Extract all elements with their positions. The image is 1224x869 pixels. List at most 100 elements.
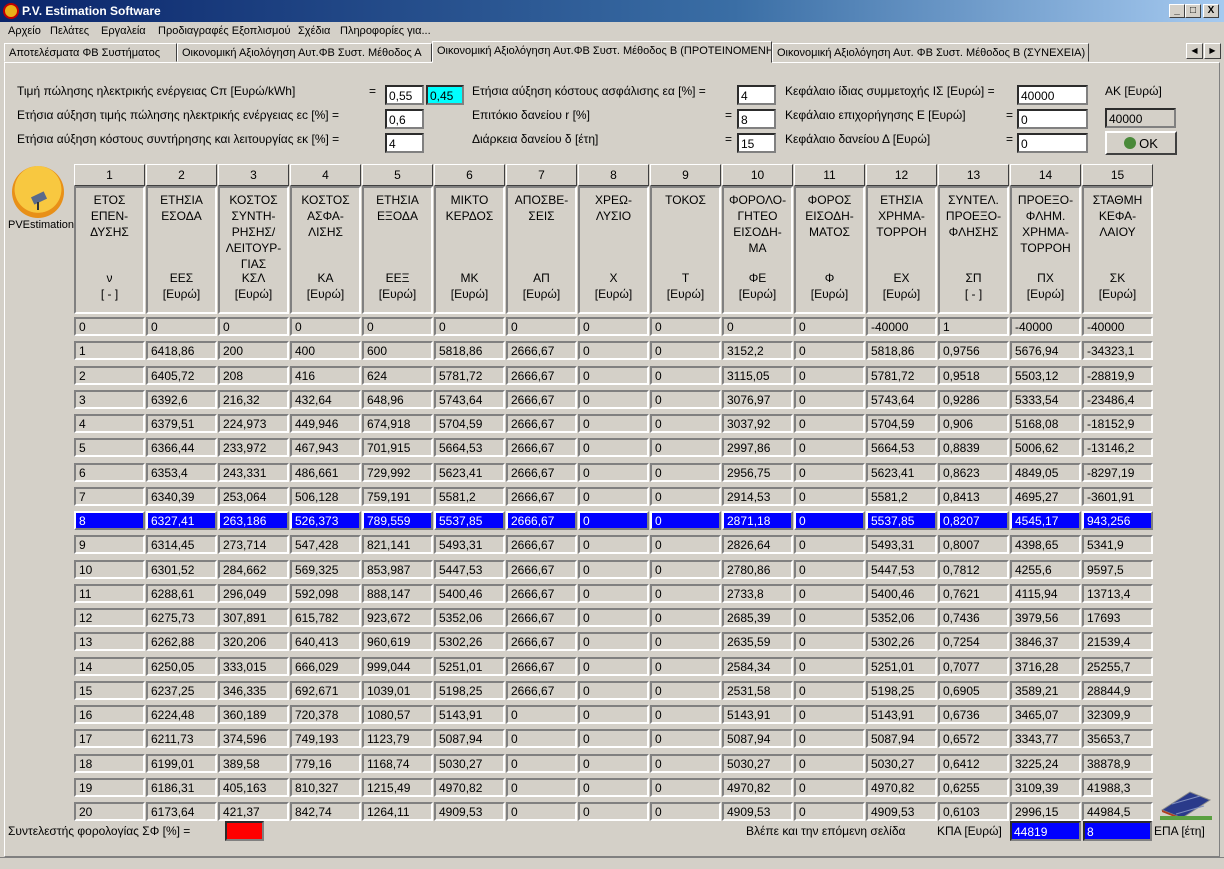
table-cell[interactable]: 14	[74, 657, 145, 676]
table-cell[interactable]: 13713,4	[1082, 584, 1153, 603]
table-cell[interactable]: 0	[650, 414, 721, 433]
table-cell[interactable]: 0	[578, 390, 649, 409]
table-cell[interactable]: 2666,67	[506, 341, 577, 360]
table-cell[interactable]: 2	[74, 366, 145, 385]
menu-about[interactable]: Πληροφορίες για...	[340, 25, 431, 37]
table-cell[interactable]: 0	[578, 608, 649, 627]
table-cell[interactable]: 0	[650, 390, 721, 409]
table-cell[interactable]: 6262,88	[146, 632, 217, 651]
table-cell[interactable]: 224,973	[218, 414, 289, 433]
table-cell[interactable]: 2666,67	[506, 681, 577, 700]
table-cell[interactable]: 0,6103	[938, 802, 1009, 821]
table-cell[interactable]: 0	[794, 438, 865, 457]
table-cell[interactable]: 263,186	[218, 511, 289, 530]
table-cell[interactable]: 6392,6	[146, 390, 217, 409]
table-cell[interactable]: 759,191	[362, 487, 433, 506]
table-cell[interactable]: 5537,85	[434, 511, 505, 530]
table-cell[interactable]: 3115,05	[722, 366, 793, 385]
table-cell[interactable]: 6288,61	[146, 584, 217, 603]
table-cell[interactable]: 2685,39	[722, 608, 793, 627]
table-cell[interactable]: 3109,39	[1010, 778, 1081, 797]
table-cell[interactable]: 0,9286	[938, 390, 1009, 409]
e-input[interactable]: 0	[1017, 109, 1088, 129]
table-cell[interactable]: 0	[794, 341, 865, 360]
table-cell[interactable]: 432,64	[290, 390, 361, 409]
table-cell[interactable]: 4115,94	[1010, 584, 1081, 603]
table-cell[interactable]: 374,596	[218, 729, 289, 748]
table-cell[interactable]: 842,74	[290, 802, 361, 821]
table-cell[interactable]: 12	[74, 608, 145, 627]
table-cell[interactable]: 0	[650, 463, 721, 482]
table-cell[interactable]: 360,189	[218, 705, 289, 724]
table-cell[interactable]: 0	[650, 681, 721, 700]
table-cell[interactable]: -3601,91	[1082, 487, 1153, 506]
table-cell[interactable]: 0	[578, 317, 649, 336]
table-cell[interactable]: 0	[218, 317, 289, 336]
table-cell[interactable]: 5676,94	[1010, 341, 1081, 360]
table-cell[interactable]: 284,662	[218, 560, 289, 579]
table-cell[interactable]: 624	[362, 366, 433, 385]
table-cell[interactable]: 0	[578, 560, 649, 579]
table-cell[interactable]: 779,16	[290, 754, 361, 773]
table-cell[interactable]: 35653,7	[1082, 729, 1153, 748]
table-cell[interactable]: 5198,25	[434, 681, 505, 700]
table-cell[interactable]: 0,7254	[938, 632, 1009, 651]
table-cell[interactable]: 0,7621	[938, 584, 1009, 603]
table-cell[interactable]: 6366,44	[146, 438, 217, 457]
table-cell[interactable]: 15	[74, 681, 145, 700]
table-cell[interactable]: 2666,67	[506, 560, 577, 579]
table-cell[interactable]: 5447,53	[434, 560, 505, 579]
table-cell[interactable]: 0	[650, 511, 721, 530]
table-cell[interactable]: 2733,8	[722, 584, 793, 603]
table-cell[interactable]: 888,147	[362, 584, 433, 603]
table-cell[interactable]: 0	[794, 705, 865, 724]
table-cell[interactable]: 0	[650, 608, 721, 627]
table-cell[interactable]: 4970,82	[866, 778, 937, 797]
table-cell[interactable]: 5493,31	[434, 535, 505, 554]
table-cell[interactable]: 592,098	[290, 584, 361, 603]
table-cell[interactable]: 3716,28	[1010, 657, 1081, 676]
table-cell[interactable]: 0	[794, 560, 865, 579]
table-cell[interactable]: 0	[578, 535, 649, 554]
table-cell[interactable]: 853,987	[362, 560, 433, 579]
table-cell[interactable]: 20	[74, 802, 145, 821]
table-cell[interactable]: 0	[578, 729, 649, 748]
table-cell[interactable]: 0	[722, 317, 793, 336]
table-cell[interactable]: 0,6736	[938, 705, 1009, 724]
tab-method-b[interactable]: Οικονομική Αξιολόγηση Αυτ.ΦΒ Συστ. Μέθοδ…	[432, 41, 772, 63]
table-cell[interactable]: 4398,65	[1010, 535, 1081, 554]
table-cell[interactable]: 1	[938, 317, 1009, 336]
menu-customers[interactable]: Πελάτες	[50, 25, 89, 37]
table-cell[interactable]: 200	[218, 341, 289, 360]
table-cell[interactable]: 449,946	[290, 414, 361, 433]
table-cell[interactable]: 0	[650, 778, 721, 797]
table-cell[interactable]: 5503,12	[1010, 366, 1081, 385]
table-cell[interactable]: 0	[794, 802, 865, 821]
table-cell[interactable]: 5352,06	[866, 608, 937, 627]
table-cell[interactable]: 0	[434, 317, 505, 336]
table-cell[interactable]: 2666,67	[506, 390, 577, 409]
table-cell[interactable]: 5251,01	[434, 657, 505, 676]
table-cell[interactable]: 0,8207	[938, 511, 1009, 530]
table-cell[interactable]: 467,943	[290, 438, 361, 457]
table-cell[interactable]: 5143,91	[434, 705, 505, 724]
table-cell[interactable]: 0	[650, 487, 721, 506]
tab-system-results[interactable]: Αποτελέσματα ΦΒ Συστήματος	[4, 43, 177, 62]
table-cell[interactable]: 943,256	[1082, 511, 1153, 530]
table-cell[interactable]: 5341,9	[1082, 535, 1153, 554]
table-cell[interactable]: 5818,86	[434, 341, 505, 360]
table-cell[interactable]: 5143,91	[722, 705, 793, 724]
table-cell[interactable]: 4970,82	[722, 778, 793, 797]
table-cell[interactable]: 41988,3	[1082, 778, 1153, 797]
table-cell[interactable]: 2871,18	[722, 511, 793, 530]
table-cell[interactable]: 6237,25	[146, 681, 217, 700]
table-cell[interactable]: 243,331	[218, 463, 289, 482]
table-cell[interactable]: 1168,74	[362, 754, 433, 773]
table-cell[interactable]: -18152,9	[1082, 414, 1153, 433]
table-cell[interactable]: 0	[794, 317, 865, 336]
table-cell[interactable]: 0,9756	[938, 341, 1009, 360]
table-cell[interactable]: 253,064	[218, 487, 289, 506]
table-cell[interactable]: 5143,91	[866, 705, 937, 724]
menu-file[interactable]: Αρχείο	[8, 25, 41, 37]
table-cell[interactable]: 5400,46	[866, 584, 937, 603]
